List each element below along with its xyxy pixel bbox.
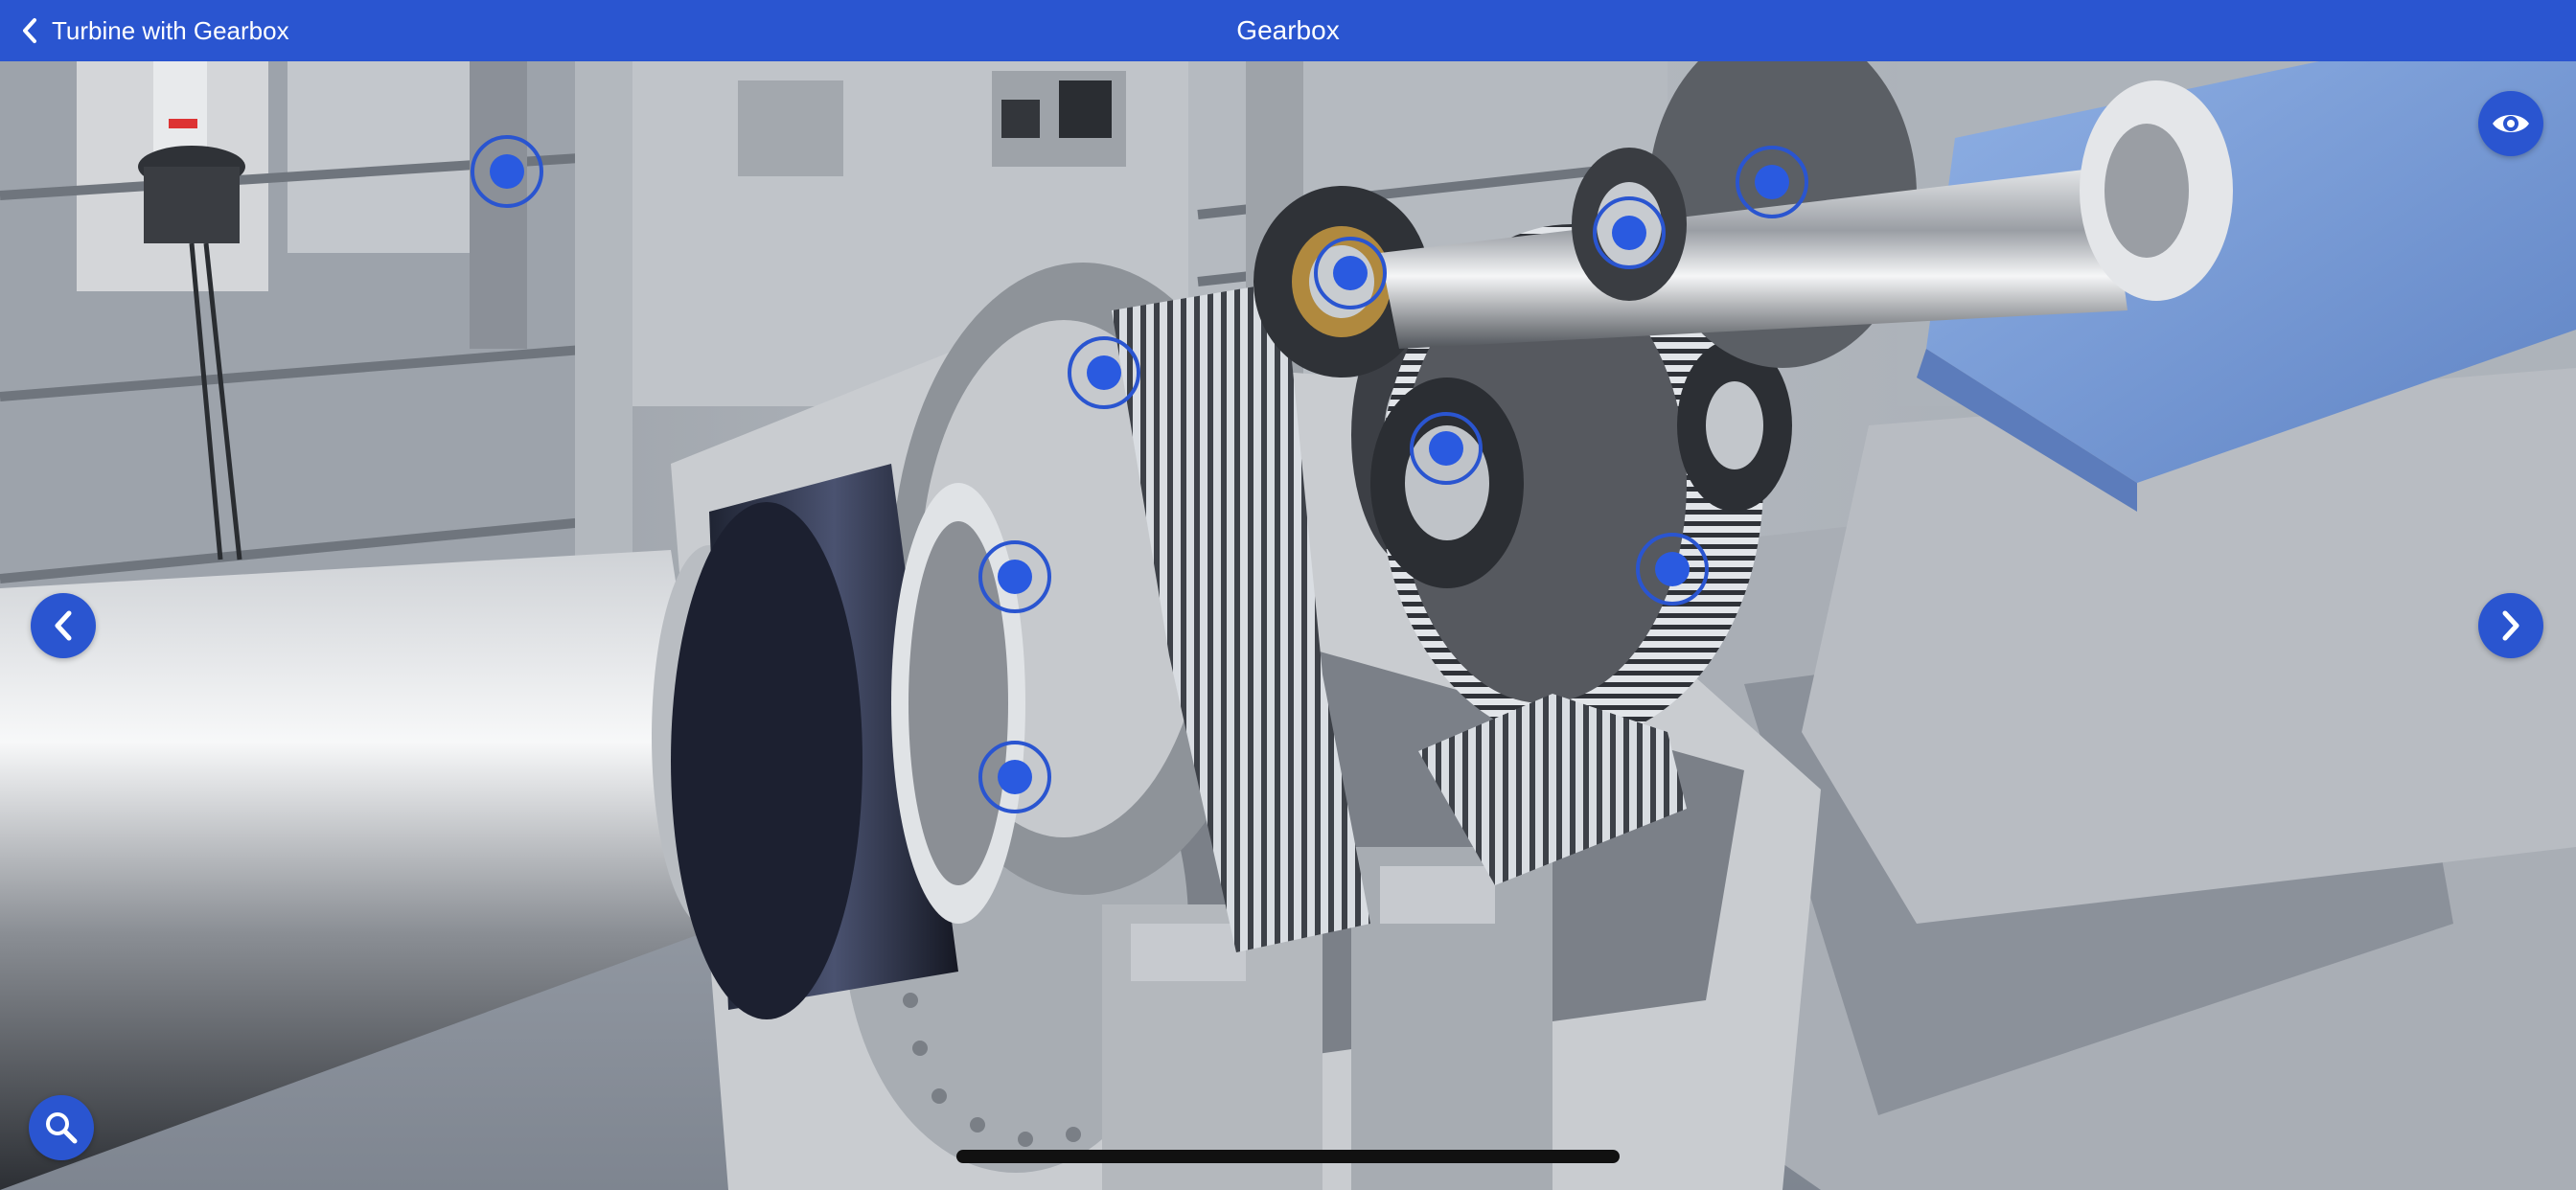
hotspot-marker[interactable] bbox=[1410, 412, 1483, 485]
hotspot-marker[interactable] bbox=[978, 540, 1051, 613]
top-bar: Turbine with Gearbox Gearbox bbox=[0, 0, 2576, 61]
back-button-label: Turbine with Gearbox bbox=[52, 15, 289, 45]
back-button[interactable]: Turbine with Gearbox bbox=[21, 0, 289, 61]
hotspot-marker[interactable] bbox=[471, 135, 543, 208]
hotspot-marker[interactable] bbox=[1636, 533, 1709, 606]
hotspot-marker[interactable] bbox=[978, 741, 1051, 813]
gearbox-3d-viewport[interactable] bbox=[0, 61, 2576, 1190]
next-button[interactable] bbox=[2478, 593, 2543, 658]
hotspot-marker[interactable] bbox=[1068, 336, 1140, 409]
hotspot-marker[interactable] bbox=[1314, 237, 1387, 309]
home-indicator bbox=[956, 1150, 1620, 1163]
chevron-right-icon bbox=[2502, 610, 2519, 641]
hotspot-marker[interactable] bbox=[1593, 196, 1666, 269]
eye-icon bbox=[2493, 115, 2529, 132]
chevron-left-icon bbox=[23, 18, 36, 43]
page-title: Gearbox bbox=[1236, 15, 1340, 45]
previous-button[interactable] bbox=[31, 593, 96, 658]
search-icon bbox=[46, 1112, 78, 1144]
search-button[interactable] bbox=[29, 1095, 94, 1160]
chevron-left-icon bbox=[55, 610, 72, 641]
hotspot-marker[interactable] bbox=[1736, 146, 1808, 218]
visibility-toggle-button[interactable] bbox=[2478, 91, 2543, 156]
